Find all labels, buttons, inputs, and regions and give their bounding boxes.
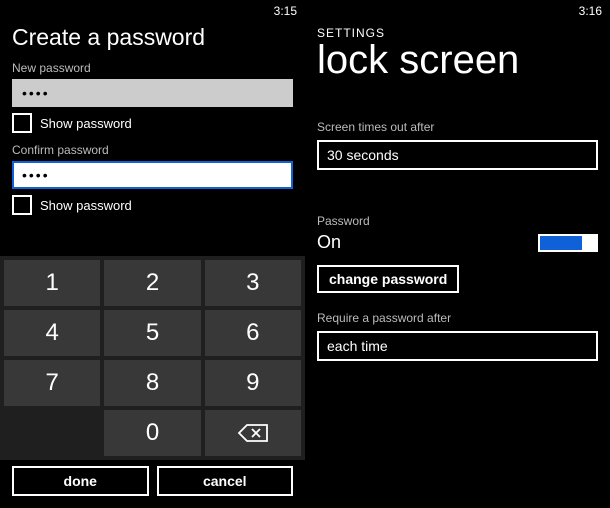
key-7[interactable]: 7 xyxy=(4,360,100,406)
clock: 3:15 xyxy=(274,4,297,18)
key-blank xyxy=(4,410,100,456)
numeric-keypad-area: 1 2 3 4 5 6 7 8 9 0 done cancel xyxy=(0,256,305,508)
show-confirm-password-row[interactable]: Show password xyxy=(0,195,305,215)
new-password-value: •••• xyxy=(22,85,50,101)
require-value: each time xyxy=(327,338,388,354)
password-toggle[interactable] xyxy=(538,234,598,252)
page-title: lock screen xyxy=(317,40,598,80)
password-value: On xyxy=(317,232,341,253)
timeout-value: 30 seconds xyxy=(327,147,399,163)
timeout-select[interactable]: 30 seconds xyxy=(317,140,598,170)
confirm-password-value: •••• xyxy=(22,167,50,183)
status-bar: 3:16 xyxy=(305,0,610,22)
checkbox-icon[interactable] xyxy=(12,195,32,215)
backspace-icon xyxy=(237,423,269,443)
key-4[interactable]: 4 xyxy=(4,310,100,356)
numeric-keypad: 1 2 3 4 5 6 7 8 9 0 xyxy=(0,256,305,460)
key-3[interactable]: 3 xyxy=(205,260,301,306)
change-password-button[interactable]: change password xyxy=(317,265,459,293)
status-bar: 3:15 xyxy=(0,0,305,22)
key-6[interactable]: 6 xyxy=(205,310,301,356)
page-title: Create a password xyxy=(12,24,293,51)
password-toggle-row: On xyxy=(305,232,610,253)
lock-screen-settings: 3:16 SETTINGS lock screen Screen times o… xyxy=(305,0,610,508)
timeout-label: Screen times out after xyxy=(305,120,610,134)
password-label: Password xyxy=(305,214,610,228)
require-label: Require a password after xyxy=(305,311,610,325)
show-new-password-label: Show password xyxy=(40,116,132,131)
key-0[interactable]: 0 xyxy=(104,410,200,456)
key-5[interactable]: 5 xyxy=(104,310,200,356)
key-backspace[interactable] xyxy=(205,410,301,456)
key-2[interactable]: 2 xyxy=(104,260,200,306)
action-row: done cancel xyxy=(0,460,305,508)
toggle-thumb-icon xyxy=(582,236,596,250)
confirm-password-label: Confirm password xyxy=(0,143,305,157)
key-8[interactable]: 8 xyxy=(104,360,200,406)
show-new-password-row[interactable]: Show password xyxy=(0,113,305,133)
checkbox-icon[interactable] xyxy=(12,113,32,133)
show-confirm-password-label: Show password xyxy=(40,198,132,213)
confirm-password-input[interactable]: •••• xyxy=(12,161,293,189)
key-9[interactable]: 9 xyxy=(205,360,301,406)
done-button[interactable]: done xyxy=(12,466,149,496)
new-password-input[interactable]: •••• xyxy=(12,79,293,107)
key-1[interactable]: 1 xyxy=(4,260,100,306)
cancel-button[interactable]: cancel xyxy=(157,466,294,496)
new-password-label: New password xyxy=(0,61,305,75)
require-select[interactable]: each time xyxy=(317,331,598,361)
create-password-screen: 3:15 Create a password New password ••••… xyxy=(0,0,305,508)
clock: 3:16 xyxy=(579,4,602,18)
toggle-on-fill xyxy=(540,236,582,250)
